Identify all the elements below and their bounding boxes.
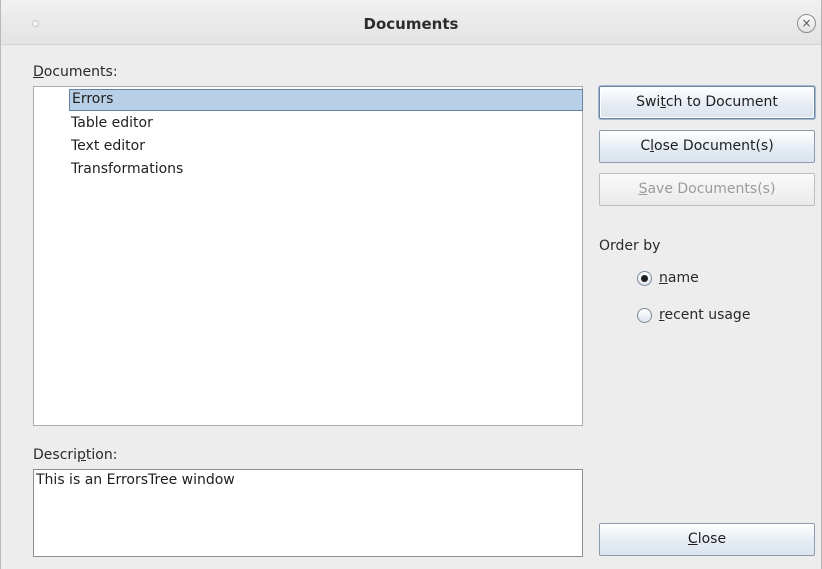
close-documents-button[interactable]: Close Document(s): [599, 130, 815, 163]
order-by-recent-usage-radio[interactable]: recent usage: [637, 305, 750, 325]
window-close-button[interactable]: ×: [797, 14, 816, 33]
switch-to-document-button[interactable]: Switch to Document: [599, 86, 815, 119]
documents-list[interactable]: Errors Table editor Text editor Transfor…: [33, 86, 583, 426]
order-by-recent-usage-label: recent usage: [659, 307, 751, 323]
close-icon: ×: [801, 16, 812, 30]
description-field[interactable]: This is an ErrorsTree window: [33, 469, 583, 557]
title-bar[interactable]: Documents ×: [1, 0, 821, 45]
order-by-name-label: name: [659, 270, 699, 286]
window-title: Documents: [363, 15, 459, 33]
save-documents-button[interactable]: Save Documents(s): [599, 173, 815, 206]
list-item-transformations[interactable]: Transformations: [69, 159, 583, 181]
radio-unchecked-icon: [637, 307, 652, 323]
list-item-text-editor[interactable]: Text editor: [69, 136, 583, 158]
list-item-table-editor[interactable]: Table editor: [69, 113, 583, 135]
description-label: Description:: [33, 447, 118, 463]
order-by-name-radio[interactable]: name: [637, 268, 699, 288]
order-by-label: Order by: [599, 238, 661, 254]
documents-label: Documents:: [33, 64, 118, 80]
close-button[interactable]: Close: [599, 523, 815, 556]
documents-dialog: Documents × Documents: Errors Table edit…: [0, 0, 822, 569]
list-item-errors[interactable]: Errors: [69, 89, 583, 111]
radio-checked-icon: [637, 270, 652, 286]
